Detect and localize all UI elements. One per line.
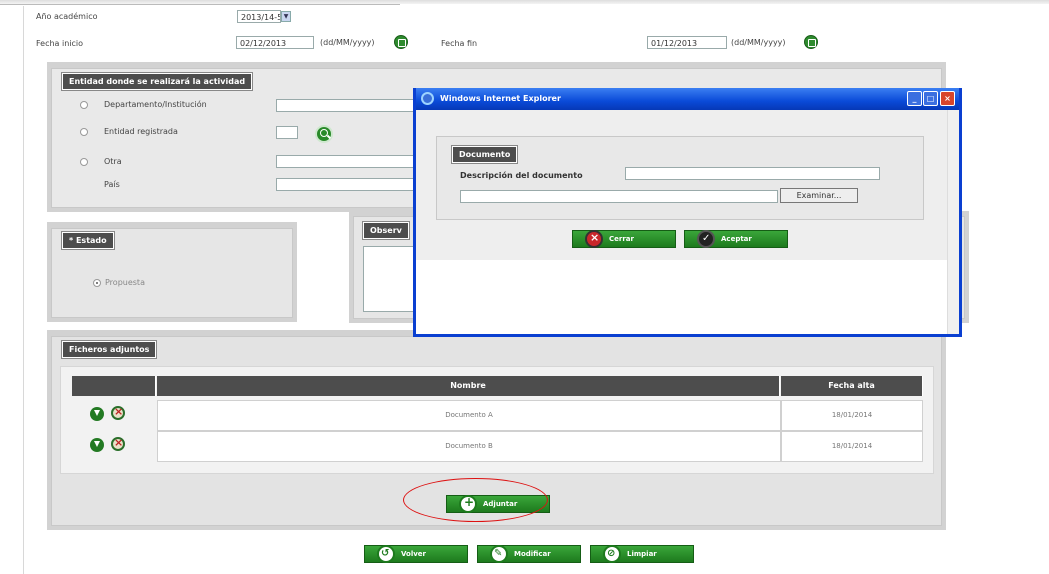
fecha-fin-input[interactable]: 01/12/2013: [647, 36, 727, 49]
calendar-icon[interactable]: [394, 35, 408, 49]
close-icon[interactable]: ×: [940, 91, 955, 106]
departamento-label: Departamento/Institución: [104, 100, 207, 109]
file-path-input[interactable]: [460, 190, 778, 203]
modificar-label: Modificar: [514, 550, 551, 558]
delete-icon[interactable]: [111, 436, 125, 451]
radio-otra[interactable]: [80, 158, 88, 166]
documento-legend: Documento: [452, 146, 518, 163]
fecha-inicio-format: (dd/MM/yyyy): [320, 38, 375, 47]
radio-propuesta[interactable]: [93, 279, 101, 287]
examinar-button[interactable]: Examinar...: [780, 188, 858, 203]
table-header-actions: [72, 376, 156, 396]
entidad-legend: Entidad donde se realizará la actividad: [62, 73, 253, 90]
departamento-input[interactable]: [276, 99, 416, 112]
check-icon: [697, 230, 715, 248]
estado-legend: * Estado: [62, 232, 114, 249]
volver-label: Volver: [401, 550, 427, 558]
fecha-fin-format: (dd/MM/yyyy): [731, 38, 786, 47]
row-nombre: Documento A: [157, 400, 781, 431]
internet-explorer-icon: [421, 92, 434, 105]
row-fecha: 18/01/2014: [781, 400, 923, 431]
cancel-icon: [585, 230, 603, 248]
anio-label: Año académico: [36, 12, 98, 21]
entidad-registrada-label: Entidad registrada: [104, 127, 178, 136]
dialog-title: Windows Internet Explorer: [440, 94, 561, 103]
maximize-icon[interactable]: □: [923, 91, 938, 106]
table-header-fecha: Fecha alta: [781, 376, 923, 396]
upload-dialog: Windows Internet Explorer _ □ × Document…: [413, 88, 962, 337]
dialog-titlebar[interactable]: Windows Internet Explorer: [416, 88, 959, 110]
row-nombre: Documento B: [157, 431, 781, 462]
radio-entidad-registrada[interactable]: [80, 128, 88, 136]
edit-icon: [490, 545, 508, 563]
otra-input[interactable]: [276, 155, 416, 168]
fecha-fin-label: Fecha fin: [441, 39, 478, 48]
back-icon: [377, 545, 395, 563]
annotation-ellipse: [403, 478, 548, 522]
top-divider: [0, 4, 400, 5]
dialog-body: Documento Descripción del documento Exam…: [416, 110, 959, 334]
aceptar-button[interactable]: Aceptar: [684, 230, 788, 248]
download-icon[interactable]: [90, 407, 104, 421]
delete-icon[interactable]: [111, 405, 125, 420]
limpiar-button[interactable]: Limpiar: [590, 545, 694, 563]
descripcion-label: Descripción del documento: [460, 171, 583, 180]
entidad-registrada-input[interactable]: [276, 126, 298, 139]
modificar-button[interactable]: Modificar: [477, 545, 581, 563]
fecha-inicio-label: Fecha inicio: [36, 39, 84, 48]
aceptar-label: Aceptar: [721, 235, 752, 243]
page: Año académico 2013/14-5 ▼ Fecha inicio 0…: [0, 0, 1049, 574]
anio-select[interactable]: 2013/14-5: [237, 10, 281, 23]
chevron-down-icon[interactable]: ▼: [281, 11, 291, 22]
left-border: [23, 6, 24, 574]
volver-button[interactable]: Volver: [364, 545, 468, 563]
pais-label: País: [104, 180, 120, 189]
row-fecha: 18/01/2014: [781, 431, 923, 462]
download-icon[interactable]: [90, 438, 104, 452]
ficheros-legend: Ficheros adjuntos: [62, 341, 157, 358]
dialog-scrollbar[interactable]: [947, 110, 959, 334]
otra-label: Otra: [104, 157, 122, 166]
search-icon[interactable]: [315, 125, 333, 143]
clear-icon: [603, 545, 621, 563]
minimize-icon[interactable]: _: [907, 91, 922, 106]
radio-departamento[interactable]: [80, 101, 88, 109]
limpiar-label: Limpiar: [627, 550, 657, 558]
observaciones-legend: Observ: [363, 222, 409, 239]
table-header-nombre: Nombre: [157, 376, 780, 396]
cerrar-button[interactable]: Cerrar: [572, 230, 676, 248]
descripcion-input[interactable]: [625, 167, 880, 180]
cerrar-label: Cerrar: [609, 235, 634, 243]
calendar-icon[interactable]: [804, 35, 818, 49]
propuesta-label: Propuesta: [105, 278, 145, 287]
fecha-inicio-input[interactable]: 02/12/2013: [236, 36, 314, 49]
pais-input[interactable]: [276, 178, 416, 191]
